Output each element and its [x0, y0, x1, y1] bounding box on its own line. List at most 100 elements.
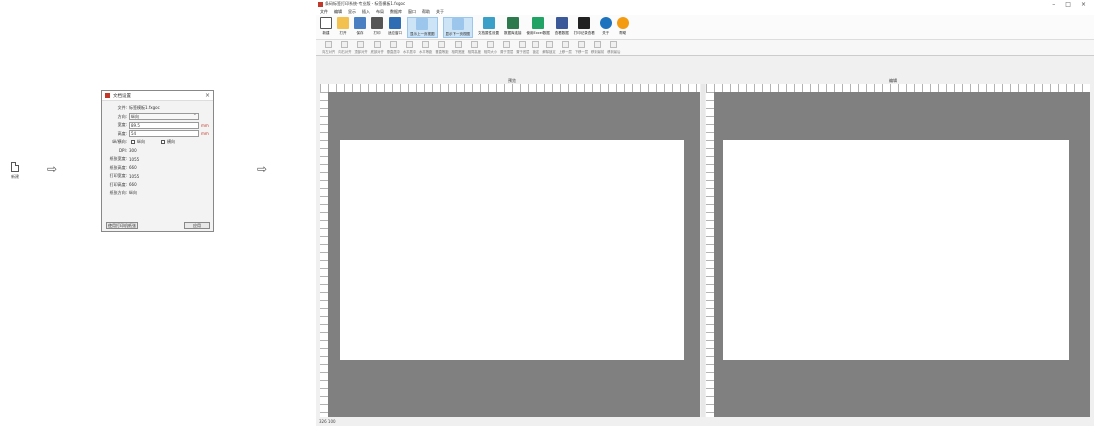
ribbon-button[interactable]: 显示下一页视图 [442, 17, 473, 38]
info-label: 打印高度: [109, 181, 127, 187]
toolbar-button[interactable]: 向右对齐 [338, 41, 351, 54]
menu-help[interactable]: 帮助 [422, 9, 430, 15]
use-printer-paper-button[interactable]: 使用打印机纸张 [106, 222, 138, 229]
align-icon [341, 41, 349, 48]
toolbar-button[interactable]: 底部对齐 [371, 41, 384, 54]
apply-button[interactable]: 应用 [184, 222, 210, 229]
toolbar-button[interactable]: 下移一层 [575, 41, 588, 54]
orientation-row: 方向: 纵向 [102, 112, 213, 122]
info-value: 660 [129, 165, 137, 171]
new-document-step[interactable]: 新建 [8, 162, 22, 180]
toolbar-button[interactable]: 移到最前 [591, 41, 604, 54]
align-icon [373, 41, 381, 48]
minimize-icon[interactable]: – [1052, 1, 1055, 8]
portrait-checkbox[interactable] [131, 140, 135, 145]
menu-about[interactable]: 关于 [436, 9, 444, 15]
pane-splitter[interactable] [701, 84, 705, 417]
menu-file[interactable]: 文件 [320, 9, 328, 15]
next-view-icon [451, 18, 464, 30]
toolbar-button[interactable]: 垂直等距 [435, 41, 449, 54]
gear-icon [482, 17, 495, 29]
toolbar-button[interactable]: 相同高度 [468, 41, 481, 54]
ribbon-button[interactable]: 新建 [320, 17, 332, 36]
ribbon-button[interactable]: 适应窗口 [388, 17, 402, 36]
align-icon [545, 41, 553, 48]
status-bar: 326 100 [316, 417, 1094, 426]
width-label: 宽度: [117, 122, 127, 128]
maximize-icon[interactable]: □ [1065, 1, 1071, 8]
paper-height-row: 纸张高度: 660 [102, 164, 213, 173]
ribbon-button-label: 数据库连接 [504, 31, 522, 35]
toolbar-button[interactable]: 水平等距 [419, 41, 432, 54]
document-settings-dialog: 文档设置 × 文件: 标签模板1.fxgoc 方向: 纵向 宽度: 89.5 m… [101, 90, 214, 232]
info-label: 纸张宽度: [109, 156, 127, 162]
landscape-checkbox[interactable] [161, 140, 165, 145]
paper-width-row: 纸张宽度: 1055 [102, 155, 213, 164]
ribbon-button[interactable]: 打开 [337, 17, 349, 36]
flow-arrow-2: ⇨ [257, 162, 268, 176]
toolbar-button[interactable]: 置于底层 [516, 41, 529, 54]
menu-layout[interactable]: 布局 [376, 9, 384, 15]
toolbar-button-label: 置于底层 [516, 50, 530, 54]
toolbar-button-label: 水平居中 [402, 50, 417, 54]
menu-edit[interactable]: 编辑 [334, 9, 342, 15]
toolbar-button[interactable]: 向左对齐 [322, 41, 335, 54]
ribbon-button[interactable]: 数据库连接 [504, 17, 522, 36]
close-icon[interactable]: × [205, 92, 210, 99]
toolbar-button-label: 下移一层 [574, 50, 588, 54]
toolbar-button[interactable]: 锁定 [532, 41, 540, 54]
align-icon [594, 41, 602, 48]
ribbon-button[interactable]: 帮助 [616, 17, 629, 36]
edit-canvas[interactable] [714, 92, 1090, 417]
menu-bar: 文件 编辑 显示 插入 布局 数据库 窗口 帮助 关于 [316, 8, 1094, 15]
ribbon-button[interactable]: 文档属性设置 [478, 17, 499, 36]
close-icon[interactable]: × [1081, 1, 1086, 8]
toolbar-button[interactable]: 移到最后 [607, 41, 620, 54]
folder-icon [337, 17, 349, 29]
align-icon [325, 41, 333, 48]
info-value: 1055 [129, 156, 140, 162]
help-icon [616, 17, 629, 29]
ribbon-button[interactable]: 打印 [371, 17, 383, 36]
toolbar-button[interactable]: 相同宽度 [452, 41, 465, 54]
ribbon-button[interactable]: 关于 [599, 17, 612, 36]
info-label: 纸张高度: [109, 164, 127, 170]
ribbon-button[interactable]: 使用Excel数据 [527, 17, 550, 36]
width-input[interactable]: 89.5 [129, 121, 199, 129]
excel-icon [532, 17, 545, 29]
menu-database[interactable]: 数据库 [390, 9, 402, 15]
orientation-label: 方向: [117, 113, 127, 119]
height-input[interactable]: 54 [129, 130, 199, 138]
align-icon [389, 41, 397, 48]
label-page-edit[interactable] [723, 140, 1069, 360]
label-page-preview [340, 140, 684, 360]
vertical-ruler [320, 92, 328, 417]
ribbon-button[interactable]: 查看数据 [555, 17, 569, 36]
toolbar-button-label: 向左对齐 [322, 50, 336, 54]
orientation-select[interactable]: 纵向 [129, 112, 199, 121]
preview-canvas[interactable] [328, 92, 700, 417]
toolbar-button[interactable]: 上移一层 [559, 41, 572, 54]
ribbon-button[interactable]: 打印记录查看 [574, 17, 595, 36]
toolbar-button[interactable]: 解除锁定 [542, 41, 556, 54]
info-value: 纵向 [129, 190, 137, 196]
info-label: 打印宽度: [109, 173, 127, 179]
toolbar-button[interactable]: 置于顶层 [500, 41, 513, 54]
toolbar-button-label: 顶部对齐 [354, 50, 368, 54]
toolbar-button[interactable]: 水平居中 [403, 41, 416, 54]
menu-view[interactable]: 显示 [348, 9, 356, 15]
menu-insert[interactable]: 插入 [362, 9, 370, 15]
toolbar-button-label: 水平等距 [419, 50, 433, 54]
toolbar-button[interactable]: 相同大小 [484, 41, 497, 54]
ribbon-button[interactable]: 显示上一页视图 [407, 17, 438, 38]
ribbon-button[interactable]: 保存 [354, 17, 366, 36]
toolbar-button[interactable]: 垂直居中 [387, 41, 400, 54]
horizontal-ruler [706, 84, 1090, 92]
align-icon [503, 41, 511, 48]
menu-window[interactable]: 窗口 [408, 9, 416, 15]
toolbar-button-label: 相同宽度 [451, 50, 465, 54]
toolbar-button[interactable]: 顶部对齐 [354, 41, 368, 54]
dialog-titlebar: 文档设置 × [102, 91, 213, 101]
height-row: 高度: 54 mm [102, 130, 213, 139]
toolbar-button-label: 置于顶层 [500, 50, 514, 54]
